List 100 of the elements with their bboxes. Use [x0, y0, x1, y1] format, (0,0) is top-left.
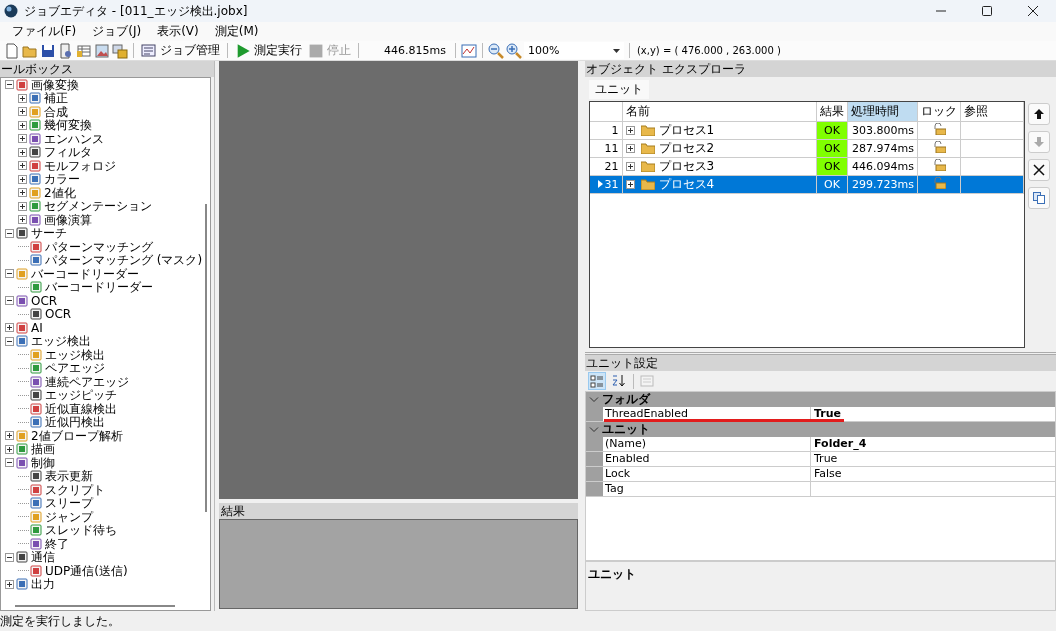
table-icon[interactable] — [76, 42, 92, 59]
run-button[interactable]: 測定実行 — [233, 42, 304, 59]
table-row[interactable]: 21 プロセス3 OK 446.094ms — [590, 157, 1024, 175]
tree-item[interactable]: 描画 — [31, 442, 55, 457]
menu-item[interactable]: 表示(V) — [149, 23, 207, 40]
tab[interactable]: ユニット — [589, 80, 649, 99]
collapse-toggle-icon[interactable] — [5, 336, 14, 346]
tree-item[interactable]: ペアエッジ — [45, 361, 105, 376]
expand-toggle-icon[interactable] — [625, 125, 635, 135]
tree-item[interactable]: UDP通信(送信) — [45, 563, 128, 578]
save-icon[interactable] — [40, 42, 56, 59]
expand-toggle-icon[interactable] — [5, 431, 14, 441]
tree-item[interactable]: 表示更新 — [45, 469, 93, 484]
job-manager-button[interactable]: ジョブ管理 — [139, 42, 222, 59]
tree-item[interactable]: フィルタ — [44, 145, 92, 160]
expand-toggle-icon[interactable] — [18, 174, 27, 184]
column-header[interactable]: ロック — [917, 102, 961, 121]
column-header[interactable]: 処理時間 — [847, 102, 918, 121]
category-row[interactable]: フォルダ — [586, 392, 1055, 407]
tree-item[interactable]: ジャンプ — [45, 509, 93, 524]
table-row[interactable]: 31 プロセス4 OK 299.723ms — [590, 175, 1024, 193]
expand-toggle-icon[interactable] — [18, 134, 27, 144]
tree-item[interactable]: 制御 — [31, 455, 55, 470]
tree-item[interactable]: スリープ — [45, 496, 93, 511]
tree-item[interactable]: バーコードリーダー — [45, 280, 153, 295]
column-header[interactable]: 名前 — [622, 102, 817, 121]
tree-item[interactable]: モルフォロジ — [44, 158, 116, 173]
menu-item[interactable]: ファイル(F) — [4, 23, 85, 40]
property-value[interactable]: True — [811, 452, 1055, 466]
tree-item[interactable]: スクリプト — [45, 482, 105, 497]
expand-toggle-icon[interactable] — [18, 188, 27, 198]
menu-item[interactable]: 測定(M) — [206, 23, 267, 40]
expand-toggle-icon[interactable] — [5, 579, 14, 589]
expand-toggle-icon[interactable] — [18, 93, 27, 103]
expand-toggle-icon[interactable] — [5, 323, 14, 333]
delete-button[interactable] — [1028, 159, 1050, 181]
scrollbar-thumb[interactable] — [15, 605, 175, 607]
up-arrow-button[interactable] — [1028, 103, 1050, 125]
menu-item[interactable]: ジョブ(J) — [84, 23, 150, 40]
tree-item[interactable]: エッジピッチ — [45, 388, 117, 403]
expand-toggle-icon[interactable] — [18, 161, 27, 171]
tree-item[interactable]: パターンマッチング — [45, 239, 153, 254]
column-header[interactable]: 参照 — [960, 102, 1024, 121]
table-row[interactable]: 1 プロセス1 OK 303.800ms — [590, 121, 1024, 139]
zoom-dropdown[interactable]: 100% — [523, 42, 624, 59]
expand-toggle-icon[interactable] — [18, 120, 27, 130]
zoom-in-icon[interactable] — [505, 42, 522, 59]
tree-item[interactable]: 画像演算 — [44, 212, 92, 227]
property-value[interactable]: Folder_4 — [811, 437, 1055, 451]
new-file-icon[interactable] — [4, 42, 20, 59]
expand-toggle-icon[interactable] — [18, 107, 27, 117]
tree-item[interactable]: スレッド待ち — [45, 523, 117, 538]
expand-toggle-icon[interactable] — [18, 147, 27, 157]
property-row[interactable]: Lock False — [586, 467, 1055, 482]
tree-item[interactable]: 2値化 — [44, 185, 76, 200]
categorized-button[interactable] — [588, 372, 606, 390]
tree-item[interactable]: 通信 — [31, 550, 55, 565]
image-icon[interactable] — [94, 42, 110, 59]
tree-item[interactable]: エッジ検出 — [31, 334, 91, 349]
tree-item[interactable]: 近似直線検出 — [45, 401, 117, 416]
tree-item[interactable]: 連続ペアエッジ — [45, 374, 129, 389]
column-header[interactable]: 結果 — [816, 102, 848, 121]
expand-toggle-icon[interactable] — [18, 201, 27, 211]
collapse-toggle-icon[interactable] — [5, 552, 14, 562]
tree-item[interactable]: エンハンス — [44, 131, 104, 146]
tree-item[interactable]: OCR — [31, 293, 58, 308]
tree-item[interactable]: エッジ検出 — [45, 347, 105, 362]
collapse-toggle-icon[interactable] — [5, 458, 14, 468]
chart-icon[interactable] — [460, 42, 477, 59]
tree-item[interactable]: OCR — [45, 307, 72, 322]
tree-item[interactable]: 終了 — [45, 536, 69, 551]
property-row[interactable]: Enabled True — [586, 452, 1055, 467]
scrollbar-thumb[interactable] — [205, 204, 207, 512]
tree-item[interactable]: サーチ — [31, 226, 67, 241]
tree-item[interactable]: 合成 — [44, 104, 68, 119]
tree-item[interactable]: 出力 — [31, 577, 55, 592]
expand-toggle-icon[interactable] — [625, 143, 635, 153]
expand-toggle-icon[interactable] — [5, 444, 14, 454]
tree-item[interactable]: パターンマッチング (マスク) — [45, 253, 203, 268]
expand-toggle-icon[interactable] — [625, 179, 635, 189]
property-value[interactable]: False — [811, 467, 1055, 481]
collapse-toggle-icon[interactable] — [5, 269, 14, 279]
table-row[interactable]: 11 プロセス2 OK 287.974ms — [590, 139, 1024, 157]
tree-item[interactable]: 画像変換 — [31, 78, 79, 92]
zoom-out-icon[interactable] — [487, 42, 504, 59]
tree-item[interactable]: 補正 — [44, 91, 68, 106]
tree-item[interactable]: カラー — [44, 172, 80, 187]
property-row[interactable]: Tag — [586, 482, 1055, 497]
category-row[interactable]: ユニット — [586, 422, 1055, 437]
copy-button[interactable] — [1028, 187, 1050, 209]
stacked-images-icon[interactable] — [112, 42, 128, 59]
tree-item[interactable]: 2値ブロープ解析 — [31, 428, 123, 443]
tree-item[interactable]: バーコードリーダー — [31, 266, 139, 281]
collapse-toggle-icon[interactable] — [5, 296, 14, 306]
expand-toggle-icon[interactable] — [18, 215, 27, 225]
tree-item[interactable]: セグメンテーション — [44, 199, 152, 214]
collapse-toggle-icon[interactable] — [5, 228, 14, 238]
tree-item[interactable]: 近似円検出 — [45, 415, 105, 430]
property-row[interactable]: (Name) Folder_4 — [586, 437, 1055, 452]
tree-item[interactable]: 幾何変換 — [44, 118, 92, 133]
